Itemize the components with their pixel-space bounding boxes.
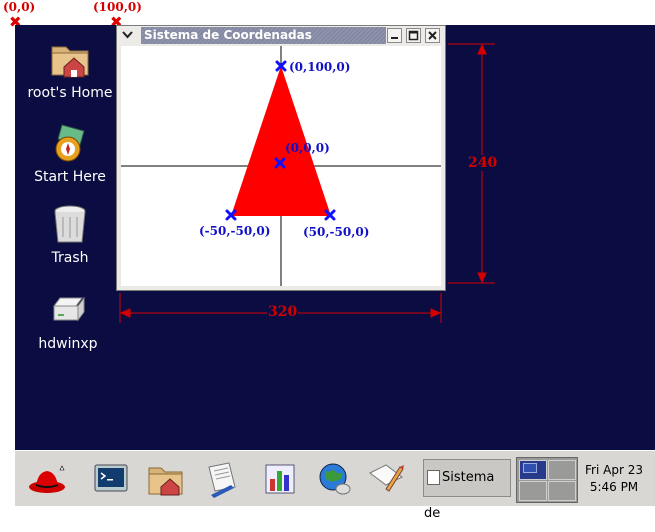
window-titlebar[interactable]: Sistema de Coordenadas (117, 26, 445, 46)
notepad-icon (369, 464, 404, 492)
height-dimension-label: 240 (467, 155, 499, 171)
taskbar-task-window[interactable]: Sistema de (423, 459, 511, 521)
desktop-icon-home-label: root's Home (27, 85, 113, 101)
desktop-icon-hdwinxp[interactable]: hdwinxp (18, 288, 118, 352)
window-title: Sistema de Coordenadas (141, 27, 386, 44)
taskbar: Sistema de Fri Apr 23 5:46 PM (15, 450, 655, 521)
desktop-icon-start-here[interactable]: Start Here (20, 121, 120, 185)
clock-time: 5:46 PM (589, 480, 639, 494)
desktop-icon-hdwinxp-label: hdwinxp (38, 336, 98, 352)
notepad-launcher[interactable] (366, 459, 406, 499)
window-list-icon (427, 470, 440, 485)
desktop-icon-trash-label: Trash (51, 250, 89, 266)
start-here-icon (48, 121, 92, 165)
desktop: root's Home Start Here Trash hdwinxp 240… (15, 25, 655, 450)
redhat-menu-button[interactable] (27, 459, 67, 499)
desktop-icon-home[interactable]: root's Home (20, 37, 120, 101)
chart-launcher[interactable] (260, 459, 300, 499)
workspace-1[interactable] (519, 460, 547, 480)
workspace-3[interactable] (519, 481, 547, 501)
minimize-button[interactable] (387, 28, 402, 43)
workspace-2[interactable] (548, 460, 576, 480)
text-editor-icon (208, 462, 236, 498)
close-icon (428, 31, 437, 40)
drive-icon (46, 288, 90, 332)
window-menu-button[interactable] (120, 28, 135, 43)
redhat-menu-icon (29, 465, 65, 493)
chevron-down-icon (122, 31, 133, 39)
x100-label: (100,0) (93, 0, 142, 14)
close-button[interactable] (425, 28, 440, 43)
clock-date: Fri Apr 23 (585, 463, 643, 477)
minimize-icon (391, 37, 398, 39)
home-folder-icon (48, 37, 92, 81)
trash-icon (48, 202, 92, 246)
desktop-icon-start-here-label: Start Here (34, 169, 106, 185)
text-editor-launcher[interactable] (203, 459, 243, 499)
coordinate-canvas[interactable]: (0,100,0) (0,0,0) (-50,-50,0) (50,-50,0) (121, 46, 441, 286)
coordinate-system-window: Sistema de Coordenadas (0,100,0) (0,0,0)… (116, 25, 446, 291)
maximize-icon (408, 30, 419, 41)
workspace-pager[interactable] (516, 457, 578, 503)
clock[interactable]: Fri Apr 23 5:46 PM (579, 462, 649, 496)
browser-icon (319, 463, 351, 495)
workspace-4[interactable] (548, 481, 576, 501)
maximize-button[interactable] (406, 28, 421, 43)
point-label-origin: (0,0,0) (285, 141, 330, 155)
terminal-icon (94, 464, 128, 492)
width-dimension-label: 320 (267, 304, 299, 320)
point-label-bottom-right: (50,-50,0) (303, 225, 369, 239)
home-folder-icon (148, 467, 183, 496)
point-label-top: (0,100,0) (289, 60, 350, 74)
home-launcher[interactable] (146, 459, 186, 499)
terminal-launcher[interactable] (91, 459, 131, 499)
point-label-bottom-left: (-50,-50,0) (199, 224, 270, 238)
browser-launcher[interactable] (315, 459, 355, 499)
chart-icon (265, 464, 295, 494)
origin-label: (0,0) (3, 0, 36, 14)
desktop-icon-trash[interactable]: Trash (20, 202, 120, 266)
